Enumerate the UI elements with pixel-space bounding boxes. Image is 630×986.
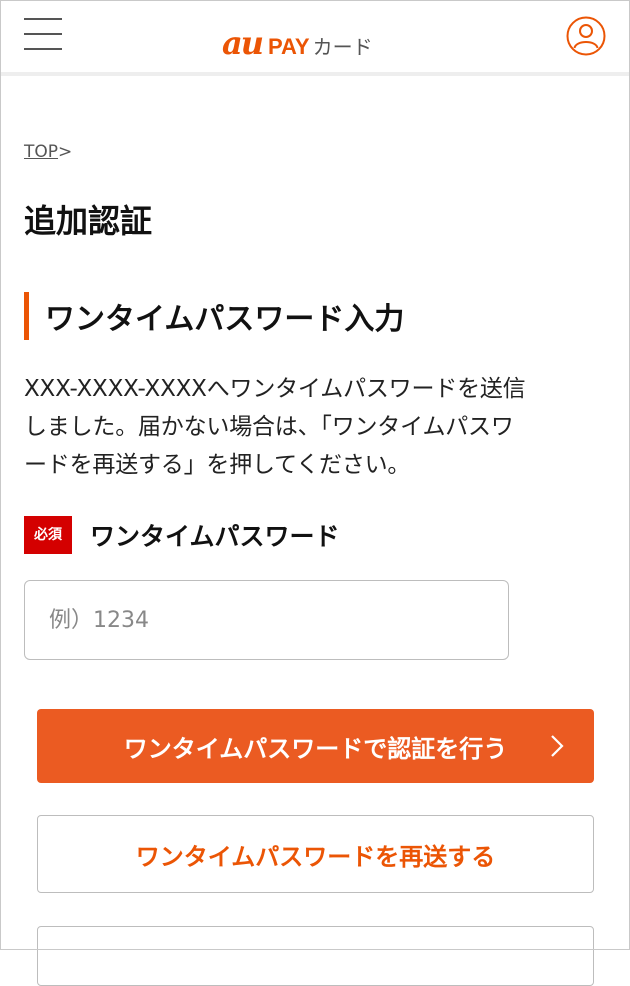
authenticate-button[interactable]: ワンタイムパスワードで認証を行う: [37, 709, 594, 783]
section-title: ワンタイムパスワード入力: [24, 292, 404, 340]
authenticate-button-label: ワンタイムパスワードで認証を行う: [123, 735, 508, 763]
breadcrumb-top-link[interactable]: TOP: [24, 142, 58, 162]
description-line: しました。届かない場合は、「ワンタイムパスワ: [24, 414, 514, 440]
breadcrumb-separator: >: [58, 142, 73, 162]
otp-description: XXX-XXXX-XXXXへワンタイムパスワードを送信 しました。届かない場合は…: [24, 370, 610, 484]
user-account-icon[interactable]: [566, 16, 606, 56]
hamburger-menu-icon[interactable]: [24, 18, 62, 50]
required-badge: 必須: [24, 516, 72, 554]
logo-pay: PAY: [268, 34, 310, 59]
chevron-right-icon: [551, 735, 564, 757]
otp-label-text: ワンタイムパスワード: [90, 522, 340, 551]
description-line: XXX-XXXX-XXXXへワンタイムパスワードを送信: [24, 376, 526, 402]
logo-au: au: [222, 24, 264, 62]
resend-button-label: ワンタイムパスワードを再送する: [135, 843, 496, 871]
page-title: 追加認証: [24, 202, 153, 240]
description-line: ードを再送する」を押してください。: [24, 452, 411, 478]
otp-field-label: 必須 ワンタイムパスワード: [24, 516, 340, 554]
top-header: au PAY カード: [0, 0, 630, 76]
otp-input[interactable]: [24, 580, 509, 660]
partial-button[interactable]: [37, 926, 594, 986]
resend-button[interactable]: ワンタイムパスワードを再送する: [37, 815, 594, 893]
au-pay-card-logo[interactable]: au PAY カード: [222, 24, 373, 62]
breadcrumb: TOP>: [24, 142, 72, 162]
logo-card: カード: [312, 35, 373, 59]
